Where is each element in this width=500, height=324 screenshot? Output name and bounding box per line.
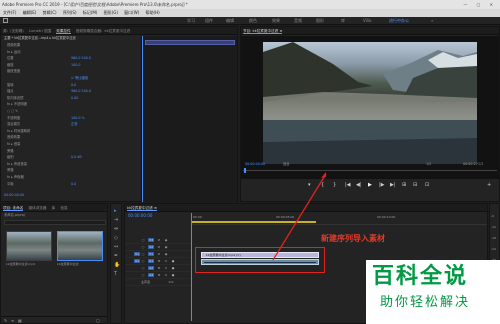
watermark-badge: 百科全说 助你轻松解决 [366, 260, 500, 324]
annotation-text: 新建序列导入素材 [321, 233, 385, 243]
watermark-subtitle: 助你轻松解决 [380, 295, 471, 310]
watermark-title: 百科全说 [372, 264, 469, 289]
